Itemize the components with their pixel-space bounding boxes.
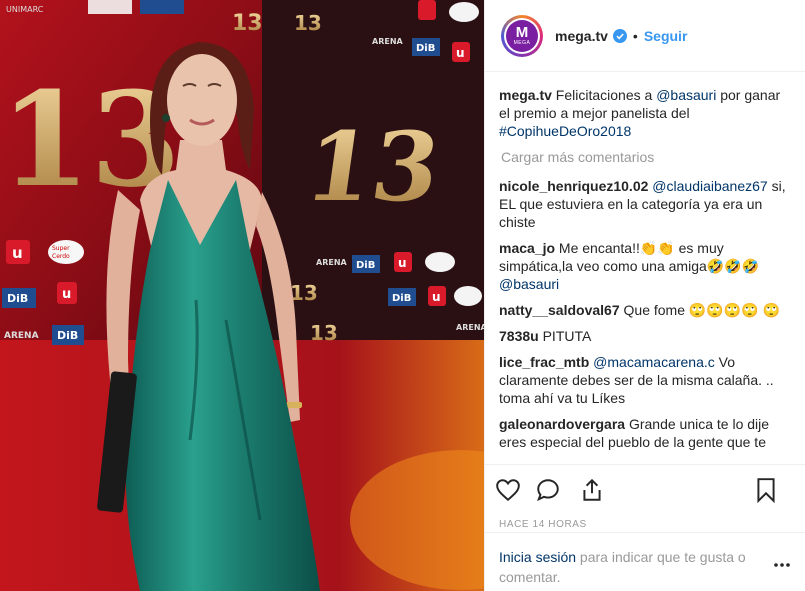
backdrop-logo-13-right: 13 (299, 110, 447, 222)
post-sidebar: M MEGA mega.tv • Seguir mega.tv Felicita… (484, 0, 805, 591)
share-icon[interactable] (579, 477, 605, 503)
bookmark-icon[interactable] (753, 477, 779, 503)
comment-mention[interactable]: @basauri (499, 276, 559, 292)
post-photo: 13 13 u Super Cerdo DiB u ARENA DiB 13 A… (0, 0, 484, 591)
avatar-frame: M MEGA (504, 17, 540, 54)
sponsor-supercerdo (48, 240, 84, 264)
svg-text:ARENA: ARENA (316, 258, 348, 267)
comment-username[interactable]: natty__saldoval67 (499, 302, 620, 318)
comment-mention[interactable]: @macamacarena.c (593, 354, 715, 370)
login-link[interactable]: Inicia sesión (499, 549, 576, 565)
comment-mention[interactable]: @claudiaibanez67 (652, 178, 767, 194)
caption-hashtag[interactable]: #CopihueDeOro2018 (499, 123, 631, 139)
login-prompt: Inicia sesión para indicar que te gusta … (485, 532, 805, 591)
mega-logo: M MEGA (506, 19, 538, 52)
avatar[interactable]: M MEGA (501, 14, 543, 57)
mega-logo-text: MEGA (513, 39, 531, 46)
svg-text:DiB: DiB (356, 260, 375, 271)
svg-text:u: u (62, 287, 71, 302)
comment-username[interactable]: 7838u (499, 328, 539, 344)
comment-username[interactable]: maca_jo (499, 240, 555, 256)
svg-text:u: u (432, 290, 441, 304)
svg-text:u: u (12, 244, 23, 262)
sponsor-tile-u: u (6, 240, 30, 264)
svg-text:UNIMARC: UNIMARC (6, 5, 44, 14)
follow-button[interactable]: Seguir (644, 28, 688, 44)
list-item: lice_frac_mtb @macamacarena.c Vo clarame… (499, 353, 792, 407)
post-photo-illustration: 13 13 u Super Cerdo DiB u ARENA DiB 13 A… (0, 0, 484, 591)
post-header: M MEGA mega.tv • Seguir (485, 0, 805, 72)
svg-text:DiB: DiB (7, 292, 28, 305)
svg-text:13: 13 (290, 281, 318, 305)
svg-text:DiB: DiB (416, 43, 435, 54)
svg-text:ARENA: ARENA (372, 37, 404, 46)
caption-username[interactable]: mega.tv (499, 87, 552, 103)
svg-text:Super: Super (52, 245, 70, 252)
svg-text:13: 13 (294, 11, 322, 35)
verified-badge-icon (612, 28, 627, 43)
svg-text:DiB: DiB (57, 329, 78, 342)
list-item: maca_jo Me encanta!!👏👏 es muy simpática,… (499, 239, 792, 293)
comment-text: Que fome 🙄🙄🙄🙄 🙄 (619, 302, 780, 318)
comment-username[interactable]: nicole_henriquez10.02 (499, 178, 648, 194)
action-bar (485, 464, 805, 514)
list-item: galeonardovergara Grande unica te lo dij… (499, 415, 792, 451)
comment-text: PITUTA (538, 328, 592, 344)
caption-mention[interactable]: @basauri (656, 87, 716, 103)
header-username[interactable]: mega.tv (555, 28, 608, 44)
svg-text:DiB: DiB (392, 293, 411, 304)
heart-icon[interactable] (495, 477, 521, 503)
comment-icon[interactable] (535, 477, 561, 503)
comment-username[interactable]: lice_frac_mtb (499, 354, 589, 370)
svg-text:ARENA: ARENA (4, 331, 39, 341)
comment-username[interactable]: galeonardovergara (499, 416, 625, 432)
post-timestamp: HACE 14 HORAS (499, 519, 587, 530)
svg-text:Cerdo: Cerdo (52, 253, 70, 260)
sponsor-tile-dib: DiB (2, 288, 36, 308)
caption-text-start: Felicitaciones a (551, 87, 657, 103)
comments-list: mega.tv Felicitaciones a @basauri por ga… (485, 72, 805, 464)
header-separator: • (632, 27, 638, 44)
list-item: natty__saldoval67 Que fome 🙄🙄🙄🙄 🙄 (499, 301, 792, 319)
more-dots-icon[interactable] (772, 555, 792, 575)
svg-text:u: u (398, 256, 407, 270)
load-more-comments[interactable]: Cargar más comentarios (501, 148, 792, 166)
svg-text:13: 13 (310, 321, 338, 345)
caption: mega.tv Felicitaciones a @basauri por ga… (499, 86, 792, 140)
svg-text:ARENA: ARENA (456, 323, 484, 332)
list-item: nicole_henriquez10.02 @claudiaibanez67 s… (499, 177, 792, 231)
svg-text:u: u (456, 46, 465, 60)
svg-text:13: 13 (232, 11, 263, 36)
mega-logo-mark: M (515, 23, 529, 41)
list-item: 7838u PITUTA (499, 327, 792, 345)
